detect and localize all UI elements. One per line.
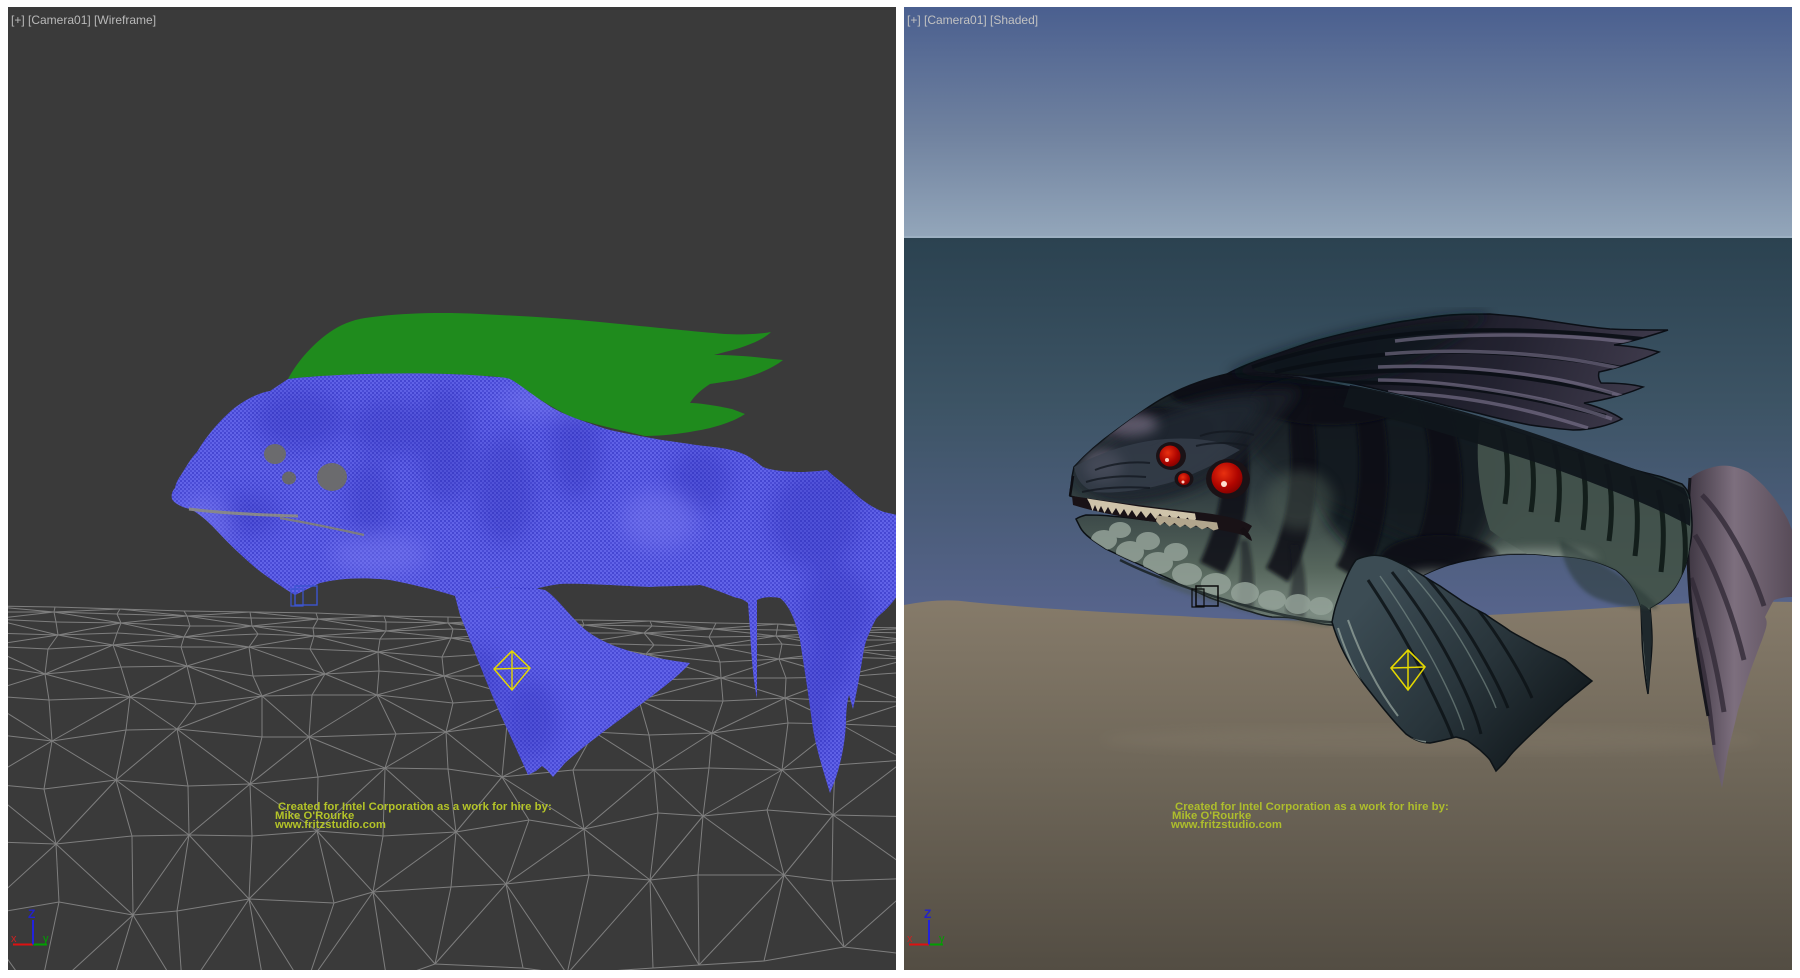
svg-text:y: y bbox=[939, 933, 945, 945]
svg-text:Z: Z bbox=[924, 907, 931, 921]
svg-text:Z: Z bbox=[28, 907, 35, 921]
svg-text:www.fritzstudio.com: www.fritzstudio.com bbox=[1170, 819, 1282, 831]
svg-text:y: y bbox=[43, 933, 49, 945]
svg-text:x: x bbox=[907, 933, 913, 945]
svg-text:[+] [Camera01] [Shaded]: [+] [Camera01] [Shaded] bbox=[907, 13, 1038, 27]
svg-text:x: x bbox=[11, 933, 17, 945]
svg-text:[+] [Camera01] [Wireframe]: [+] [Camera01] [Wireframe] bbox=[11, 13, 156, 27]
svg-text:www.fritzstudio.com: www.fritzstudio.com bbox=[274, 819, 386, 831]
